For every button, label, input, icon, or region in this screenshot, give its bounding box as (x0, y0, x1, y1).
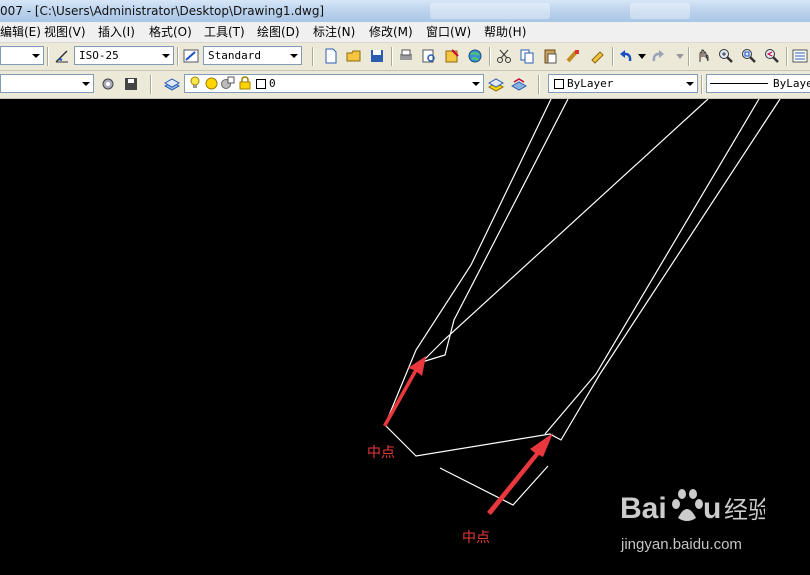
block-editor-icon[interactable] (590, 48, 606, 64)
globe-icon[interactable] (467, 48, 483, 64)
style-dropdown[interactable] (0, 46, 44, 65)
open-folder-icon[interactable] (346, 48, 362, 64)
toolbar-separator (612, 47, 614, 66)
toolbar-separator (489, 47, 491, 66)
textstyle-dropdown[interactable]: Standard (203, 46, 302, 65)
chevron-down-icon (290, 54, 298, 58)
toolbar-separator (688, 47, 690, 66)
chevron-down-icon (82, 82, 90, 86)
chevron-down-icon (162, 54, 170, 58)
toolbar-separator (391, 47, 393, 66)
match-properties-icon[interactable] (565, 48, 581, 64)
arrow-to-midpoint-1 (383, 356, 426, 427)
undo-dropdown-icon[interactable] (638, 54, 646, 59)
toolbar-separator (47, 47, 49, 66)
toolbar-separator (701, 75, 703, 94)
inner-left-edge (421, 99, 709, 363)
title-bar: 007 - [C:\Users\Administrator\Desktop\Dr… (0, 0, 810, 22)
toolbar-separator (538, 75, 540, 94)
menu-bar: 编辑(E) 视图(V) 插入(I) 格式(O) 工具(T) 绘图(D) 标注(N… (0, 22, 810, 43)
menu-view[interactable]: 视图(V) (44, 22, 86, 42)
color-swatch (554, 79, 564, 89)
zoom-realtime-icon[interactable] (718, 48, 734, 64)
workspace-save-icon[interactable] (123, 76, 139, 92)
save-icon[interactable] (369, 48, 385, 64)
lightbulb-icon[interactable] (189, 76, 201, 90)
arrow-to-midpoint-2 (487, 433, 553, 515)
lock-icon[interactable] (239, 76, 251, 90)
svg-text:u: u (703, 492, 721, 525)
workspace-settings-icon[interactable] (100, 76, 116, 92)
annotation-arrows (383, 356, 553, 515)
properties-icon[interactable] (792, 48, 808, 64)
toolbar-separator (150, 75, 152, 94)
linetype-sample (710, 83, 768, 84)
cad-linework (384, 99, 781, 506)
new-file-icon[interactable] (323, 48, 339, 64)
layer-dropdown[interactable]: 0 (184, 74, 484, 93)
chevron-down-icon (472, 82, 480, 86)
viewport-freeze-icon[interactable] (221, 76, 235, 90)
zoom-window-icon[interactable] (741, 48, 757, 64)
color-value: ByLayer (567, 77, 614, 90)
chevron-down-icon (32, 54, 40, 58)
menu-edit[interactable]: 编辑(E) (0, 22, 41, 42)
print-preview-icon[interactable] (421, 48, 437, 64)
dimstyle-dropdown[interactable]: ISO-25 (74, 46, 174, 65)
copy-icon[interactable] (519, 48, 535, 64)
svg-text:经验: 经验 (724, 496, 765, 524)
svg-text:Bai: Bai (620, 492, 667, 525)
toolbar-separator (312, 47, 314, 66)
publish-icon[interactable] (444, 48, 460, 64)
textstyle-icon[interactable] (183, 48, 199, 64)
linetype-dropdown[interactable]: ByLayer (706, 74, 810, 93)
undo-icon[interactable] (618, 48, 634, 64)
midpoint-label-1: 中点 (367, 445, 395, 461)
right-inner-edge (544, 99, 760, 435)
make-current-layer-icon[interactable] (488, 76, 504, 92)
print-icon[interactable] (398, 48, 414, 64)
sun-freeze-icon[interactable] (205, 77, 218, 90)
menu-window[interactable]: 窗口(W) (426, 22, 471, 42)
window-title: 007 - [C:\Users\Administrator\Desktop\Dr… (0, 4, 325, 18)
bottom-segment (439, 465, 549, 506)
paste-icon[interactable] (542, 48, 558, 64)
redo-icon[interactable] (650, 48, 666, 64)
menu-insert[interactable]: 插入(I) (98, 22, 135, 42)
dimstyle-value: ISO-25 (79, 49, 119, 62)
layer-color-swatch (256, 79, 266, 89)
color-dropdown[interactable]: ByLayer (548, 74, 698, 93)
background-window-ghost (630, 3, 690, 19)
layer-manager-icon[interactable] (164, 76, 180, 92)
pan-icon[interactable] (695, 48, 711, 64)
toolbar-separator (177, 47, 179, 66)
menu-draw[interactable]: 绘图(D) (257, 22, 300, 42)
background-tab-ghost (430, 3, 550, 19)
workspace-dropdown[interactable] (0, 74, 94, 93)
watermark-url: jingyan.baidu.com (621, 536, 742, 553)
zoom-previous-icon[interactable] (764, 48, 780, 64)
redo-dropdown-icon[interactable] (676, 54, 684, 59)
midpoint-label-2: 中点 (462, 530, 490, 546)
menu-tools[interactable]: 工具(T) (204, 22, 245, 42)
layers-toolbar: 0 ByLayer ByLayer (0, 71, 810, 99)
chevron-down-icon (686, 82, 694, 86)
layer-previous-icon[interactable] (511, 76, 527, 92)
dimstyle-icon[interactable] (54, 48, 70, 64)
layer-name: 0 (269, 77, 276, 90)
baidu-jingyan-logo: Bai u 经验 (620, 489, 765, 525)
menu-dimension[interactable]: 标注(N) (313, 22, 355, 42)
standard-toolbar: ISO-25 Standard (0, 43, 810, 71)
outer-left-edge (384, 99, 781, 457)
menu-help[interactable]: 帮助(H) (484, 22, 526, 42)
baidu-watermark: Bai u 经验 jingyan.baidu.com (620, 486, 810, 560)
cut-icon[interactable] (496, 48, 512, 64)
toolbar-separator (786, 47, 788, 66)
textstyle-value: Standard (208, 49, 261, 62)
menu-format[interactable]: 格式(O) (149, 22, 192, 42)
menu-modify[interactable]: 修改(M) (369, 22, 413, 42)
linetype-value: ByLayer (773, 77, 810, 90)
